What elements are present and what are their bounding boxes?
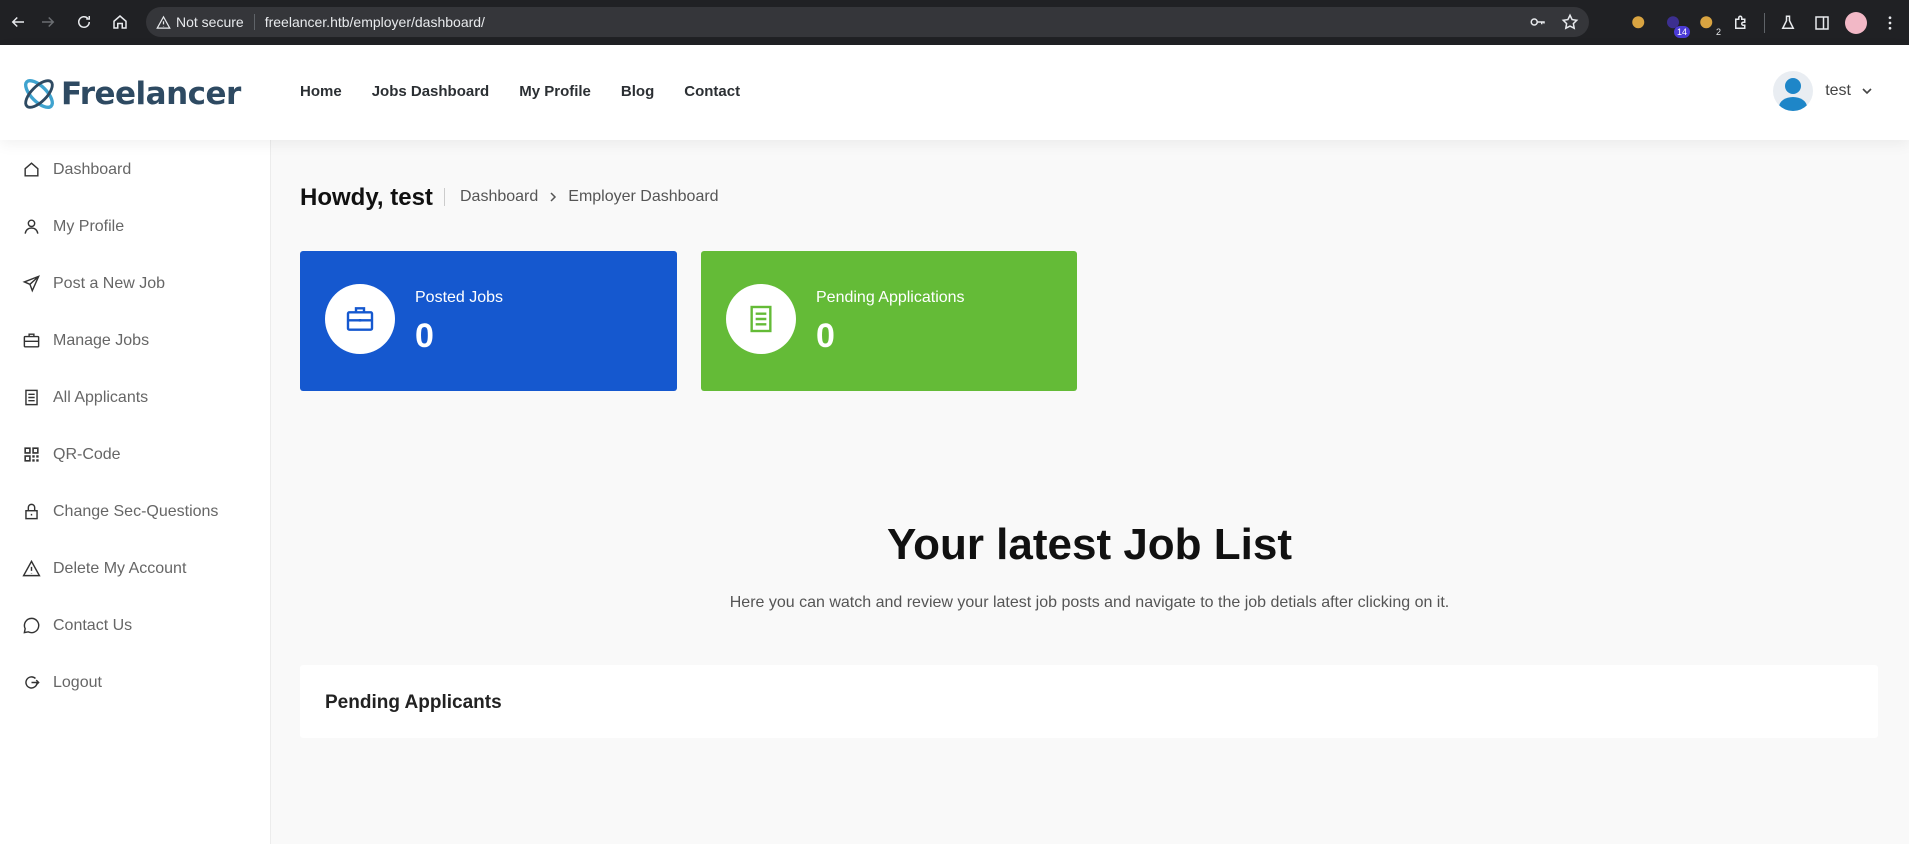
briefcase-icon bbox=[346, 307, 374, 331]
sidebar-item-change-sec-questions[interactable]: Change Sec-Questions bbox=[22, 502, 218, 521]
user-name: test bbox=[1825, 82, 1851, 99]
avatar[interactable] bbox=[1773, 71, 1814, 111]
forward-button[interactable] bbox=[30, 4, 66, 40]
security-indicator[interactable]: Not secure bbox=[156, 14, 244, 30]
sidebar-item-label: Post a New Job bbox=[53, 274, 166, 292]
url-text[interactable]: freelancer.htb/employer/dashboard/ bbox=[265, 14, 485, 30]
extension-badge: 2 bbox=[1715, 26, 1721, 37]
nav-jobs-dashboard[interactable]: Jobs Dashboard bbox=[372, 83, 490, 100]
browser-toolbar: Not secure freelancer.htb/employer/dashb… bbox=[0, 0, 1909, 45]
sidebar-item-delete-account[interactable]: Delete My Account bbox=[22, 559, 186, 578]
extension-cookie-icon[interactable] bbox=[1628, 12, 1650, 34]
flask-icon[interactable] bbox=[1777, 12, 1799, 34]
user-menu[interactable]: test bbox=[1773, 71, 1873, 111]
star-icon[interactable] bbox=[1561, 13, 1579, 31]
user-avatar-icon bbox=[1779, 78, 1808, 111]
nav-home[interactable]: Home bbox=[300, 83, 342, 100]
home-icon bbox=[113, 15, 127, 29]
key-icon[interactable] bbox=[1529, 13, 1547, 31]
stat-label: Pending Applications bbox=[816, 289, 965, 306]
lock-icon bbox=[25, 503, 38, 520]
document-icon bbox=[25, 389, 38, 406]
freelancer-logo-icon bbox=[24, 79, 54, 109]
stat-label: Posted Jobs bbox=[415, 289, 504, 306]
address-bar[interactable]: Not secure freelancer.htb/employer/dashb… bbox=[146, 7, 1589, 37]
sidebar-item-dashboard[interactable]: Dashboard bbox=[22, 160, 131, 179]
logo-text: Freelancer bbox=[61, 76, 241, 112]
pending-applications-card[interactable]: Pending Applications 0 bbox=[701, 251, 1077, 391]
kebab-menu-icon[interactable] bbox=[1879, 12, 1901, 34]
home-icon bbox=[24, 162, 39, 177]
breadcrumb-item-dashboard[interactable]: Dashboard bbox=[460, 188, 538, 206]
sidebar-item-contact-us[interactable]: Contact Us bbox=[22, 616, 132, 635]
omnibox-actions bbox=[1529, 7, 1579, 37]
security-label: Not secure bbox=[176, 14, 244, 30]
reload-icon bbox=[78, 16, 90, 28]
sidebar-item-label: Change Sec-Questions bbox=[53, 502, 219, 520]
chevron-down-icon bbox=[1862, 88, 1872, 95]
sidebar-item-label: Manage Jobs bbox=[53, 331, 150, 349]
stat-icon-circle bbox=[726, 284, 796, 354]
user-icon bbox=[24, 219, 39, 234]
sidebar-item-all-applicants[interactable]: All Applicants bbox=[22, 388, 148, 407]
breadcrumb: Dashboard Employer Dashboard bbox=[460, 188, 719, 206]
extension-badge: 14 bbox=[1673, 25, 1690, 38]
nav-contact[interactable]: Contact bbox=[684, 83, 740, 100]
sidebar: Dashboard My Profile Post a New Job Mana… bbox=[0, 140, 271, 844]
breadcrumb-item-current: Employer Dashboard bbox=[568, 188, 719, 205]
title-divider bbox=[444, 188, 445, 206]
sidebar-item-logout[interactable]: Logout bbox=[22, 673, 102, 692]
site-header: Freelancer Home Jobs Dashboard My Profil… bbox=[0, 45, 1909, 140]
send-icon bbox=[22, 275, 40, 293]
sidebar-item-label: All Applicants bbox=[53, 388, 149, 406]
extension-mask-icon[interactable]: 14 bbox=[1662, 12, 1690, 38]
sidebar-item-label: Dashboard bbox=[53, 160, 132, 178]
sidebar-item-label: Delete My Account bbox=[53, 559, 187, 577]
warning-icon bbox=[156, 15, 171, 29]
pending-applicants-panel: Pending Applicants bbox=[300, 665, 1878, 738]
extension-cookie2-icon[interactable]: 2 bbox=[1696, 12, 1721, 37]
posted-jobs-card[interactable]: Posted Jobs 0 bbox=[300, 251, 677, 391]
logout-icon bbox=[25, 676, 40, 689]
site-logo[interactable]: Freelancer bbox=[18, 73, 241, 115]
document-icon bbox=[750, 305, 772, 333]
warning-icon bbox=[22, 559, 41, 577]
profile-avatar-icon[interactable] bbox=[1845, 11, 1867, 34]
sidebar-item-label: Logout bbox=[53, 673, 102, 691]
sidebar-item-label: My Profile bbox=[53, 217, 125, 235]
panel-title: Pending Applicants bbox=[325, 692, 502, 713]
sidebar-item-post-job[interactable]: Post a New Job bbox=[22, 274, 165, 293]
qr-code-icon bbox=[24, 447, 39, 462]
toolbar-separator bbox=[1764, 12, 1765, 33]
section-title: Your latest Job List bbox=[886, 520, 1293, 569]
briefcase-icon bbox=[23, 333, 40, 348]
section-subtitle: Here you can watch and review your lates… bbox=[729, 594, 1450, 611]
home-button[interactable] bbox=[102, 4, 138, 40]
chat-icon bbox=[23, 617, 40, 634]
sidebar-item-my-profile[interactable]: My Profile bbox=[22, 217, 124, 236]
sidebar-item-manage-jobs[interactable]: Manage Jobs bbox=[22, 331, 149, 350]
sidebar-item-label: QR-Code bbox=[53, 445, 121, 463]
sidebar-item-qr-code[interactable]: QR-Code bbox=[22, 445, 121, 464]
sidebar-item-label: Contact Us bbox=[53, 616, 133, 634]
stat-value: 0 bbox=[415, 317, 434, 355]
arrow-left-icon bbox=[11, 16, 24, 28]
chevron-right-icon bbox=[550, 192, 557, 202]
address-separator bbox=[253, 14, 255, 30]
stat-icon-circle bbox=[325, 284, 395, 354]
nav-blog[interactable]: Blog bbox=[621, 83, 654, 100]
main-nav: Home Jobs Dashboard My Profile Blog Cont… bbox=[300, 83, 770, 100]
reload-button[interactable] bbox=[66, 4, 102, 40]
puzzle-icon[interactable] bbox=[1730, 12, 1752, 34]
extensions-area: 14 2 bbox=[1628, 0, 1901, 45]
arrow-right-icon bbox=[42, 16, 55, 28]
nav-my-profile[interactable]: My Profile bbox=[519, 83, 591, 100]
page-title: Howdy, test bbox=[300, 184, 433, 211]
stat-value: 0 bbox=[816, 317, 835, 355]
side-panel-icon[interactable] bbox=[1811, 12, 1833, 34]
